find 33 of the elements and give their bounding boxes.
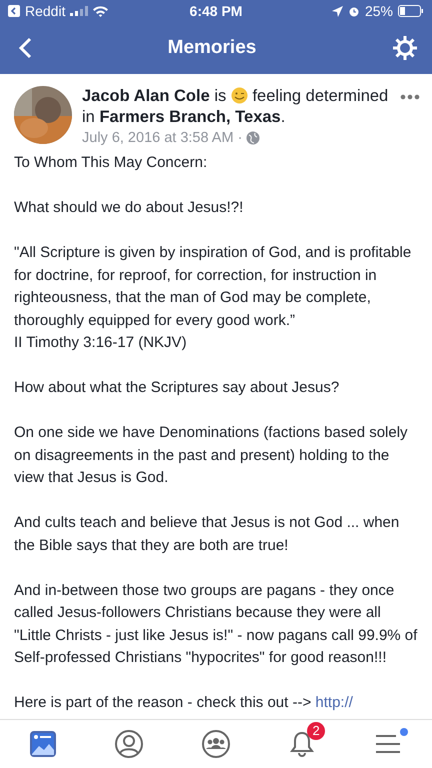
notification-count: 2 (307, 722, 326, 740)
post-text: Here is part of the reason - check this out --> (14, 694, 312, 711)
post-header-text: Jacob Alan Cole is feeling determined in Farmers Branch, Texas. (82, 86, 390, 128)
post-text: On one side we have Denominations (factions based solely on disagreements in the past and present) holding to the view that Jesus is God. (14, 423, 409, 488)
post-text: What should we do about Jesus!?! (14, 198, 244, 218)
clock-time: 6:48 PM (190, 3, 242, 19)
battery-icon (398, 5, 424, 17)
alarm-icon (348, 5, 360, 17)
smiley-icon (230, 87, 248, 104)
post-date: July 6, 2016 at 3:58 AM · (82, 130, 242, 146)
post-text: "All Scripture is given by inspiration of God, and is profitable for doctrine, for reproof, for correction, for instruction in righteousness, that the man of God may be complete, thoroughly equipped for every good work.” (14, 243, 412, 330)
post-text: To Whom This May Concern: (14, 153, 208, 173)
back-icon[interactable] (18, 37, 32, 59)
notifications-tab[interactable]: 2 (279, 722, 326, 766)
page-title: Memories (168, 37, 256, 59)
post-text: How about what the Scriptures say about Jesus? (14, 378, 340, 398)
signal-icon (70, 6, 88, 16)
globe-icon (246, 131, 260, 145)
post-link[interactable]: http:// (315, 694, 353, 711)
back-icon[interactable] (8, 5, 20, 17)
news-feed-icon (30, 731, 56, 757)
back-app-label[interactable]: Reddit (25, 3, 66, 19)
menu-icon (374, 732, 402, 756)
more-options-icon[interactable] (400, 94, 420, 100)
location-arrow-icon (332, 6, 343, 16)
groups-icon (202, 730, 230, 758)
battery-percentage: 25% (364, 3, 393, 19)
wifi-icon (93, 6, 108, 16)
settings-icon[interactable] (392, 35, 418, 61)
post-text: And in-between those two groups are pagans - they once called Jesus-followers Christians because they were all "Little Christs - just like Jesus is!" - now pagans call 99.9% of Self-professed Christians "hypocrites" for good reason!!! (14, 580, 418, 668)
post-text: And cults teach and believe that Jesus is not God ... when the Bible says that they are both are true! (14, 513, 400, 556)
profile-icon (114, 730, 143, 758)
post-text: II Timothy 3:16-17 (NKJV) (14, 333, 188, 353)
